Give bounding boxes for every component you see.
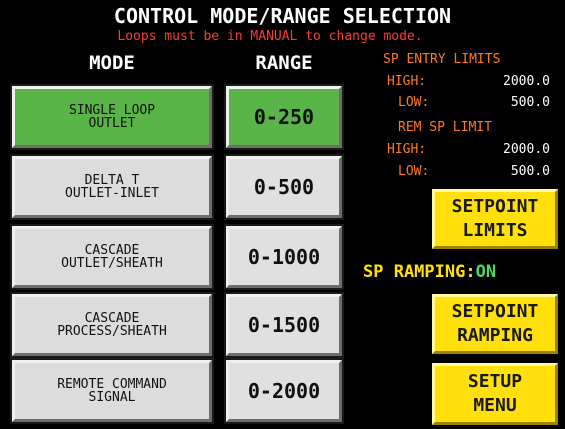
setup-menu-button[interactable]: SETUP MENU [432, 363, 558, 425]
range-column-header: RANGE [255, 52, 313, 74]
button-label-line1: SETPOINT [451, 301, 539, 322]
mode-change-warning: Loops must be in MANUAL to change mode. [117, 29, 423, 44]
mode-button-cascade-outlet-sheath[interactable]: CASCADE OUTLET/SHEATH [10, 224, 214, 290]
button-label-line1: SETPOINT [451, 196, 539, 217]
sp-entry-low-value: 500.0 [510, 95, 550, 110]
rem-sp-low-label: LOW: [398, 164, 430, 179]
range-button-0-500[interactable]: 0-500 [224, 154, 344, 220]
setpoint-limits-button[interactable]: SETPOINT LIMITS [432, 189, 558, 249]
button-label-line2: LIMITS [462, 220, 528, 241]
mode-label-line2: OUTLET/SHEATH [61, 256, 163, 271]
sp-entry-low-label: LOW: [398, 95, 430, 110]
mode-column-header: MODE [89, 52, 135, 74]
sp-ramping-status: SP RAMPING:ON [363, 262, 496, 282]
mode-label-line2: OUTLET-INLET [65, 186, 159, 201]
mode-label-line2: SIGNAL [88, 390, 136, 405]
sp-entry-limits-title: SP ENTRY LIMITS [383, 52, 501, 67]
rem-sp-low-value: 500.0 [510, 164, 550, 179]
sp-entry-high-value: 2000.0 [503, 74, 550, 89]
sp-entry-high-label: HIGH: [387, 74, 427, 89]
range-button-0-1000[interactable]: 0-1000 [224, 224, 344, 290]
sp-ramping-label: SP RAMPING: [363, 262, 476, 282]
rem-sp-high-label: HIGH: [387, 142, 427, 157]
mode-label-line2: OUTLET [88, 116, 136, 131]
rem-sp-high-value: 2000.0 [503, 142, 550, 157]
mode-label-line2: PROCESS/SHEATH [57, 324, 167, 339]
mode-button-single-loop-outlet[interactable]: SINGLE LOOP OUTLET [10, 84, 214, 150]
mode-button-remote-command-signal[interactable]: REMOTE COMMAND SIGNAL [10, 358, 214, 424]
screen-title: CONTROL MODE/RANGE SELECTION [113, 4, 452, 28]
button-label-line2: MENU [473, 395, 517, 416]
range-button-0-1500[interactable]: 0-1500 [224, 292, 344, 358]
sp-ramping-value: ON [475, 262, 497, 282]
rem-sp-limit-title: REM SP LIMIT [398, 120, 492, 135]
mode-button-cascade-process-sheath[interactable]: CASCADE PROCESS/SHEATH [10, 292, 214, 358]
mode-button-delta-t[interactable]: DELTA T OUTLET-INLET [10, 154, 214, 220]
button-label-line2: RAMPING [457, 325, 533, 346]
setpoint-ramping-button[interactable]: SETPOINT RAMPING [432, 294, 558, 354]
button-label-line1: SETUP [467, 371, 523, 392]
range-button-0-2000[interactable]: 0-2000 [224, 358, 344, 424]
range-button-0-250[interactable]: 0-250 [224, 84, 344, 150]
